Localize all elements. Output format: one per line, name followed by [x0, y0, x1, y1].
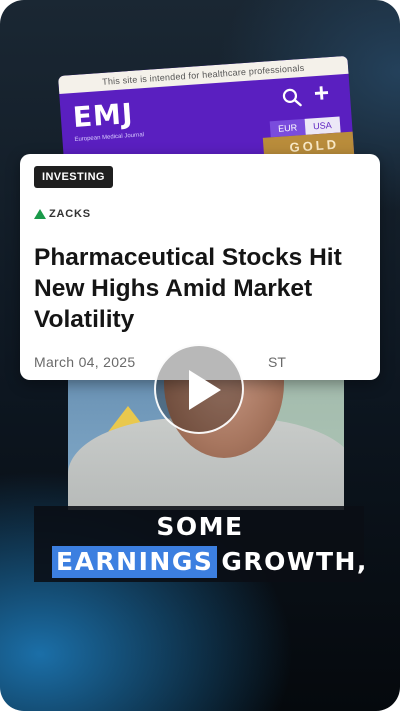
- caption-highlight-word: EARNINGS: [52, 546, 218, 578]
- search-icon: [282, 88, 302, 107]
- caption-line-2: EARNINGS GROWTH,: [52, 546, 368, 578]
- emj-logo: EMJ: [71, 96, 135, 135]
- category-tag: INVESTING: [34, 166, 113, 188]
- caption-rest: GROWTH,: [221, 547, 368, 576]
- emj-subtitle: European Medical Journal: [74, 132, 145, 143]
- article-date: March 04, 2025: [34, 354, 136, 370]
- zacks-logo-icon: [34, 209, 46, 219]
- article-date-timezone: ST: [268, 354, 286, 370]
- caption-line-1: SOME: [156, 512, 244, 541]
- plus-icon: +: [312, 77, 331, 109]
- source-name: ZACKS: [49, 208, 91, 220]
- article-headline: Pharmaceutical Stocks Hit New Highs Amid…: [34, 244, 342, 333]
- play-button[interactable]: [154, 344, 244, 434]
- article-source: ZACKS: [34, 208, 91, 220]
- video-frame[interactable]: This site is intended for healthcare pro…: [0, 0, 400, 711]
- emj-banner: This site is intended for healthcare pro…: [58, 55, 349, 94]
- play-icon: [189, 370, 221, 410]
